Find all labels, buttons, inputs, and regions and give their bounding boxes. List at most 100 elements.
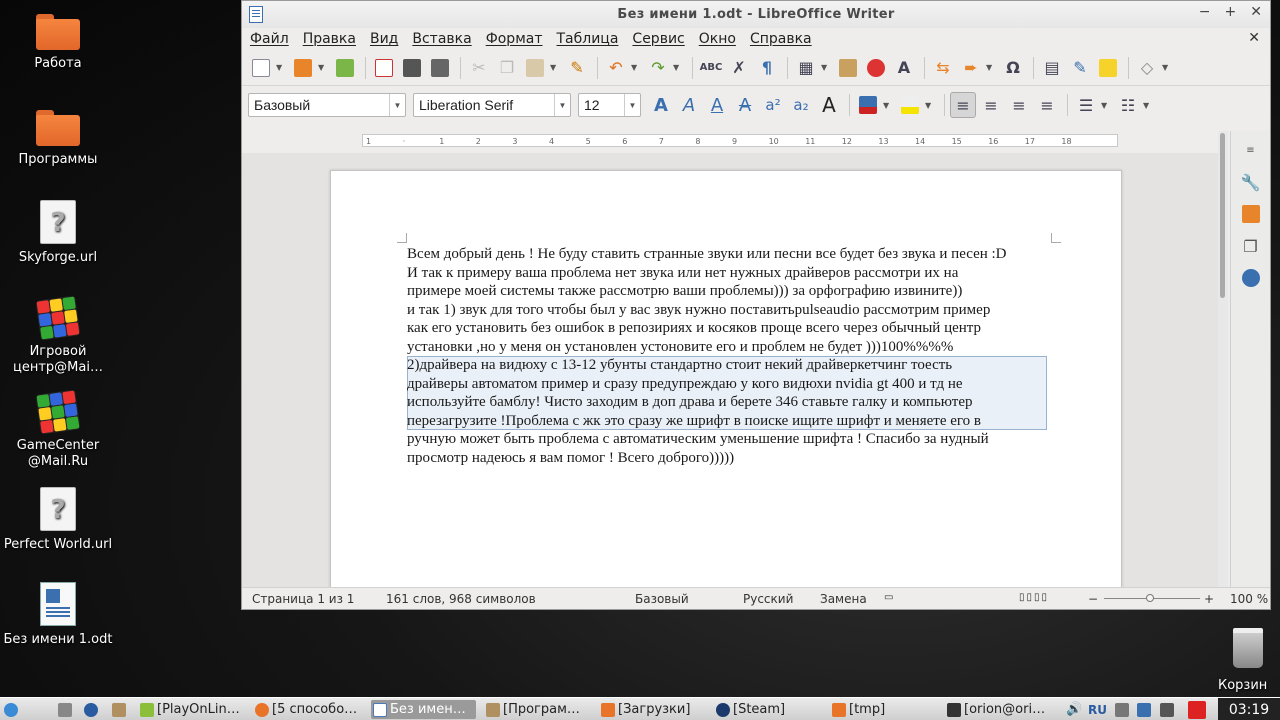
open-folder-icon[interactable] (290, 55, 316, 81)
export-pdf-icon[interactable] (371, 55, 397, 81)
vertical-scrollbar[interactable] (1218, 131, 1228, 587)
special-character-icon[interactable]: Ω (1000, 55, 1026, 81)
task-writer[interactable]: Без имен… (371, 700, 476, 719)
clock[interactable]: 03:19 (1218, 698, 1280, 720)
sidebar-menu-icon[interactable]: ≡ (1237, 137, 1265, 163)
shutdown-icon[interactable] (1188, 700, 1208, 719)
close-button[interactable]: ✕ (1250, 4, 1262, 20)
paste-icon[interactable] (522, 55, 548, 81)
line-spacing-icon[interactable]: ☰ (1073, 92, 1099, 118)
font-size-select[interactable]: 12 ▼ (578, 93, 641, 117)
cut-icon[interactable]: ✂ (466, 55, 492, 81)
chevron-down-icon[interactable]: ▼ (1101, 101, 1111, 110)
undo-icon[interactable]: ↶ (603, 55, 629, 81)
chevron-down-icon[interactable]: ▼ (1143, 101, 1153, 110)
maximize-button[interactable]: + (1225, 4, 1237, 20)
desktop-icon-programmy[interactable]: Программы (0, 110, 116, 168)
zoom-level[interactable]: 100 % (1230, 592, 1268, 606)
chevron-down-icon[interactable]: ▼ (1162, 63, 1172, 72)
scrollbar-thumb[interactable] (1220, 133, 1225, 298)
basic-shapes-icon[interactable]: ◇ (1134, 55, 1160, 81)
desktop-icon-trash[interactable] (1190, 628, 1280, 674)
menu-edit[interactable]: Правка (303, 31, 356, 47)
bullet-list-icon[interactable]: ☷ (1115, 92, 1141, 118)
print-preview-icon[interactable] (427, 55, 453, 81)
chevron-down-icon[interactable]: ▼ (554, 94, 570, 116)
zoom-in-button[interactable]: + (1204, 592, 1214, 606)
chevron-down-icon[interactable]: ▼ (673, 63, 683, 72)
insert-footnote-icon[interactable]: ▤ (1039, 55, 1065, 81)
menu-window[interactable]: Окно (699, 31, 736, 47)
navigator-icon[interactable] (1237, 265, 1265, 291)
task-steam[interactable]: [Steam] (716, 700, 826, 719)
status-page[interactable]: Страница 1 из 1 (252, 592, 354, 606)
chevron-down-icon[interactable]: ▼ (883, 101, 893, 110)
chevron-down-icon[interactable]: ▼ (550, 63, 560, 72)
zoom-slider-handle[interactable] (1146, 594, 1154, 602)
italic-icon[interactable]: A (676, 92, 702, 118)
insert-page-break-icon[interactable]: ⇆ (930, 55, 956, 81)
show-desktop-button[interactable] (58, 700, 80, 719)
menu-file[interactable]: Файл (250, 31, 289, 47)
font-color-icon[interactable] (855, 92, 881, 118)
task-tmp-folder[interactable]: [tmp] (832, 700, 942, 719)
chevron-down-icon[interactable]: ▼ (389, 94, 405, 116)
selection-mode-icon[interactable]: ▭ (884, 592, 893, 603)
desktop-icon-odt-document[interactable]: Без имени 1.odt (0, 582, 116, 648)
network-icon[interactable] (1115, 700, 1131, 719)
status-word-count[interactable]: 161 слов, 968 символов (386, 592, 536, 606)
insert-textbox-icon[interactable]: A (891, 55, 917, 81)
align-left-icon[interactable]: ≡ (950, 92, 976, 118)
task-downloads-folder[interactable]: [Загрузки] (601, 700, 711, 719)
view-layout-icon[interactable]: ▯▯▯▯ (1019, 592, 1049, 603)
underline-icon[interactable]: A (704, 92, 730, 118)
menu-table[interactable]: Таблица (557, 31, 619, 47)
minimize-button[interactable]: − (1199, 4, 1211, 20)
align-right-icon[interactable]: ≡ (1006, 92, 1032, 118)
start-menu-button[interactable] (4, 700, 28, 719)
gallery-icon[interactable]: ❐ (1237, 233, 1265, 259)
highlight-icon[interactable] (897, 92, 923, 118)
styles-icon[interactable] (1237, 201, 1265, 227)
files-launcher[interactable] (112, 700, 134, 719)
document-page[interactable]: Всем добрый день ! Не буду ставить стран… (330, 170, 1122, 587)
new-document-icon[interactable] (248, 55, 274, 81)
task-programs-folder[interactable]: [Програм… (486, 700, 596, 719)
menu-insert[interactable]: Вставка (412, 31, 471, 47)
desktop-icon-rabota[interactable]: Работа (0, 14, 116, 72)
update-icon[interactable] (1137, 700, 1153, 719)
print-icon[interactable] (399, 55, 425, 81)
redo-icon[interactable]: ↷ (645, 55, 671, 81)
keyboard-layout[interactable]: RU (1088, 700, 1110, 719)
status-language[interactable]: Русский (743, 592, 793, 606)
desktop-icon-skyforge[interactable]: ? Skyforge.url (0, 200, 116, 266)
font-name-select[interactable]: Liberation Serif ▼ (413, 93, 571, 117)
volume-icon[interactable]: 🔊 (1066, 700, 1082, 719)
insert-field-icon[interactable]: ➨ (958, 55, 984, 81)
status-page-style[interactable]: Базовый (635, 592, 689, 606)
insert-table-icon[interactable]: ▦ (793, 55, 819, 81)
menu-view[interactable]: Вид (370, 31, 398, 47)
browser-launcher[interactable] (84, 700, 106, 719)
task-playonlinux[interactable]: [PlayOnLin… (140, 700, 250, 719)
desktop-icon-game-center-shortcut[interactable]: Игровой центр@Mai… (0, 295, 116, 376)
chevron-down-icon[interactable]: ▼ (624, 94, 640, 116)
save-icon[interactable] (332, 55, 358, 81)
paragraph-style-select[interactable]: Базовый ▼ (248, 93, 406, 117)
bold-icon[interactable]: A (648, 92, 674, 118)
horizontal-ruler[interactable]: 1 · 1 2 3 4 5 6 7 8 9 10 11 12 13 14 15 16 17 18 (242, 131, 1218, 151)
shadow-icon[interactable]: A (816, 92, 842, 118)
insert-comment-icon[interactable]: ✎ (1067, 55, 1093, 81)
zoom-out-button[interactable]: − (1088, 592, 1098, 606)
note-icon[interactable] (1095, 55, 1121, 81)
screen-icon[interactable] (1160, 700, 1176, 719)
window-titlebar[interactable]: Без имени 1.odt - LibreOffice Writer − +… (242, 1, 1270, 28)
task-terminal[interactable]: [orion@ori… (947, 700, 1057, 719)
chevron-down-icon[interactable]: ▼ (821, 63, 831, 72)
chevron-down-icon[interactable]: ▼ (631, 63, 641, 72)
subscript-icon[interactable]: a₂ (788, 92, 814, 118)
strikethrough-icon[interactable]: A (732, 92, 758, 118)
properties-icon[interactable]: 🔧 (1237, 169, 1265, 195)
task-firefox[interactable]: [5 способо… (255, 700, 367, 719)
superscript-icon[interactable]: a² (760, 92, 786, 118)
